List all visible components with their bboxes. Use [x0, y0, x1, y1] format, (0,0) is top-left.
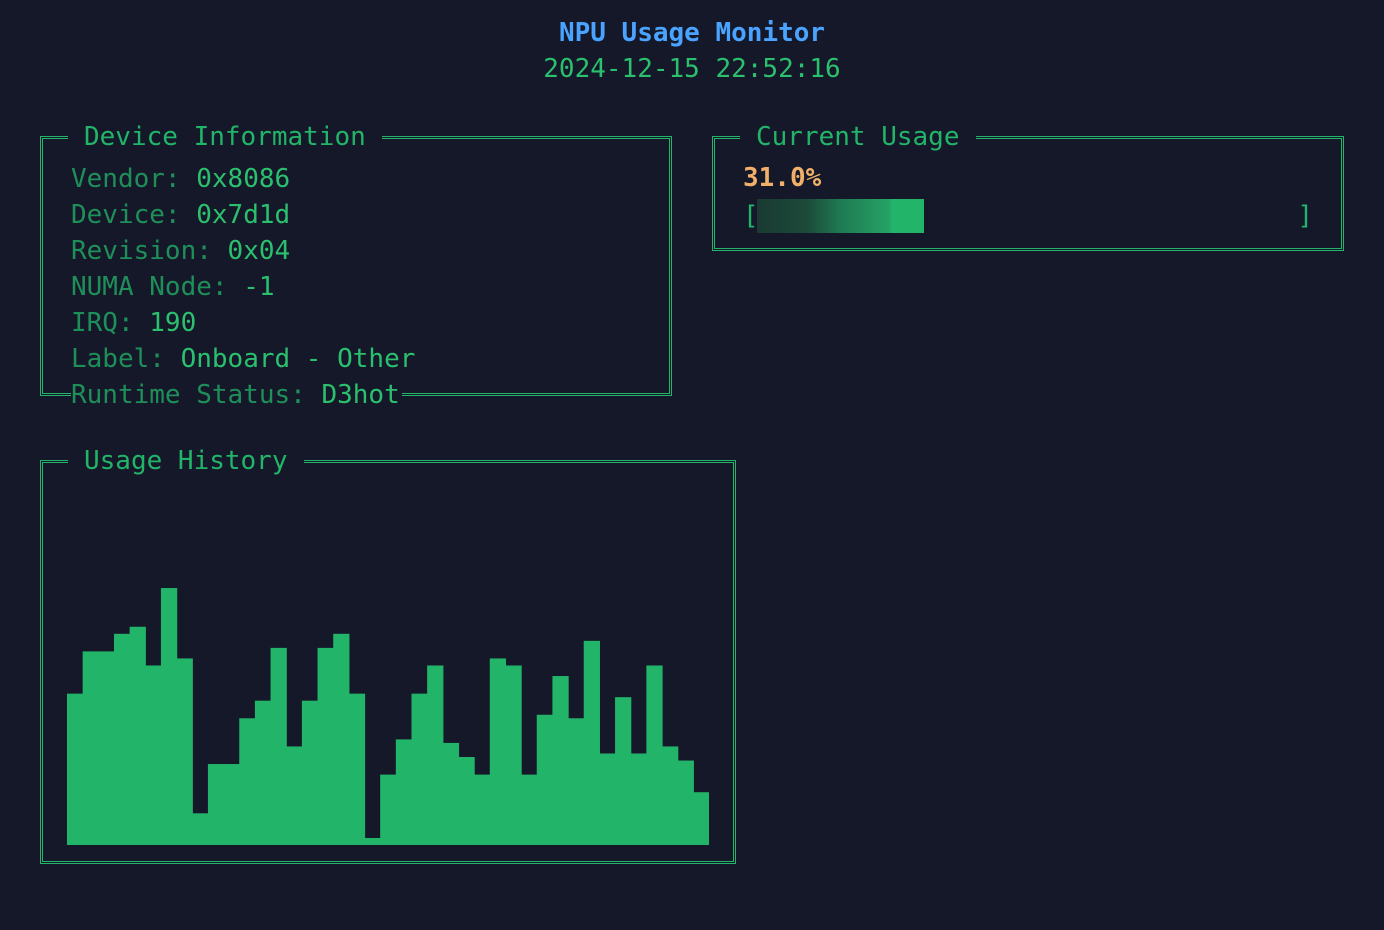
usage-bar-fill: [757, 199, 924, 233]
history-bar: [176, 658, 193, 845]
usage-bar-track: [757, 199, 1297, 233]
history-bar: [239, 718, 256, 845]
history-bar: [333, 633, 350, 845]
history-bar: [301, 700, 319, 845]
history-bar: [348, 693, 366, 845]
history-bar: [677, 760, 694, 845]
history-bar: [505, 665, 522, 845]
history-bar: [67, 693, 84, 845]
history-bar: [160, 588, 178, 845]
history-bar: [207, 764, 225, 845]
history-bar: [145, 665, 162, 845]
revision-row: Revision: 0x04: [71, 233, 290, 269]
runtime-status-label: Runtime Status:: [71, 380, 322, 410]
history-bar: [98, 651, 115, 845]
label-label: Label:: [71, 344, 181, 374]
history-bar: [536, 714, 554, 845]
device-label: Device:: [71, 200, 197, 230]
history-bar: [395, 739, 413, 845]
runtime-status-row: Runtime Status: D3hot: [71, 377, 402, 413]
history-bar: [662, 746, 679, 845]
bar-right-bracket: ]: [1297, 201, 1313, 231]
history-bar: [599, 753, 616, 845]
history-bar: [427, 665, 444, 845]
numa-node-row: NUMA Node: -1: [71, 269, 275, 305]
history-bar: [113, 633, 131, 845]
label-row: Label: Onboard - Other: [71, 341, 415, 377]
history-bar: [568, 718, 585, 845]
timestamp: 2024-12-15 22:52:16: [543, 54, 841, 84]
history-bar: [615, 697, 632, 845]
runtime-status-value: D3hot: [321, 380, 400, 410]
revision-value: 0x04: [227, 236, 291, 266]
history-bar: [521, 774, 538, 845]
label-value: Onboard - Other: [180, 344, 416, 374]
history-bar: [646, 665, 663, 845]
history-bar: [223, 764, 240, 845]
current-usage-title: Current Usage: [740, 119, 976, 155]
device-information-panel: Device Information Vendor: 0x8086 Device…: [40, 119, 672, 413]
device-value: 0x7d1d: [196, 200, 291, 230]
history-bar: [411, 693, 428, 845]
history-bar: [254, 700, 272, 845]
irq-value: 190: [149, 308, 197, 338]
history-bar: [489, 658, 507, 845]
usage-history-panel: Usage History: [40, 443, 736, 864]
history-bar: [474, 774, 491, 845]
history-bar: [286, 746, 303, 845]
irq-label: IRQ:: [71, 308, 150, 338]
history-bar: [583, 640, 600, 845]
vendor-label: Vendor:: [71, 164, 197, 194]
history-bar: [317, 647, 334, 845]
history-bar: [693, 792, 709, 845]
history-bar: [380, 774, 397, 845]
history-bar: [270, 647, 287, 845]
usage-progress-bar: [ ]: [743, 199, 1313, 233]
history-bar: [192, 813, 209, 845]
vendor-value: 0x8086: [196, 164, 291, 194]
history-bar: [630, 753, 647, 845]
history-bar: [552, 676, 569, 845]
current-usage-panel: Current Usage 31.0% [ ]: [712, 119, 1344, 251]
numa-node-label: NUMA Node:: [71, 272, 244, 302]
device-row: Device: 0x7d1d: [71, 197, 290, 233]
history-bar: [129, 626, 146, 845]
history-bar: [364, 837, 381, 845]
usage-history-title: Usage History: [68, 443, 304, 479]
usage-percent: 31.0%: [743, 163, 822, 193]
history-bar: [82, 651, 99, 845]
numa-node-value: -1: [243, 272, 275, 302]
app-title: NPU Usage Monitor: [558, 18, 826, 48]
irq-row: IRQ: 190: [71, 305, 196, 341]
history-bar: [458, 757, 475, 845]
device-information-title: Device Information: [68, 119, 382, 155]
revision-label: Revision:: [71, 236, 228, 266]
usage-history-chart: [67, 588, 709, 845]
history-bar: [442, 742, 460, 845]
vendor-row: Vendor: 0x8086: [71, 161, 290, 197]
